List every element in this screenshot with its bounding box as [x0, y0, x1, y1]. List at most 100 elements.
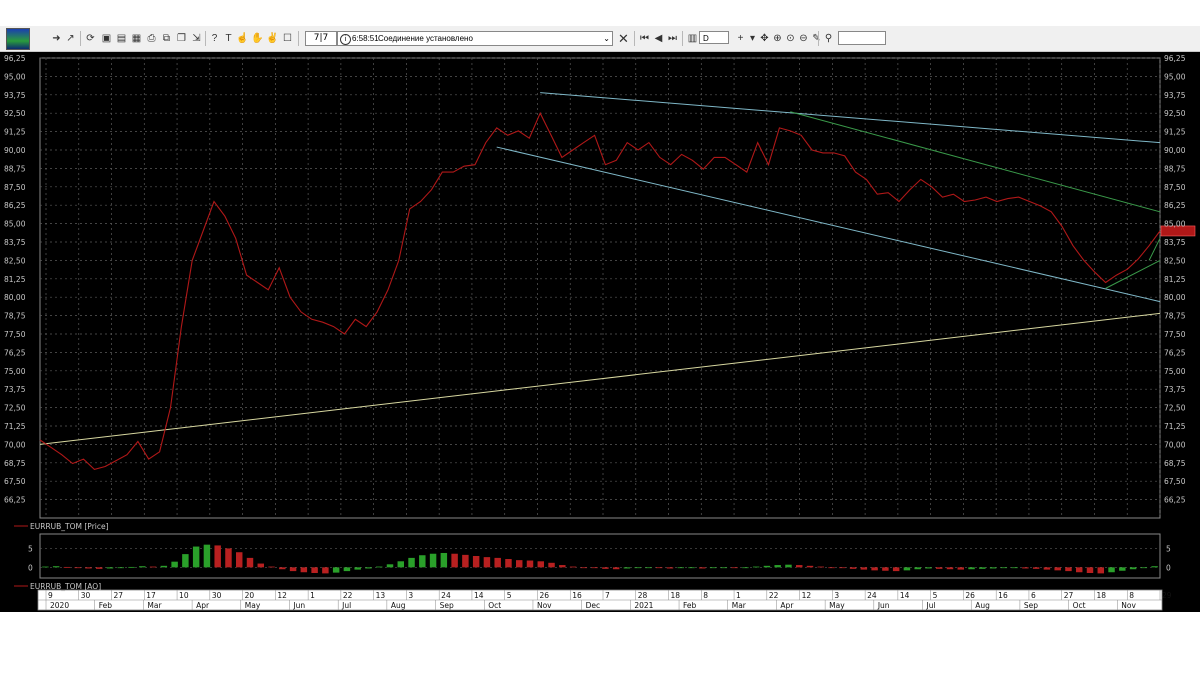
month-label: Jul	[341, 601, 351, 610]
ao-bar	[785, 564, 792, 568]
zoom-in-icon[interactable]: ⊙	[784, 32, 797, 45]
ao-bar	[225, 548, 232, 568]
ao-bar	[936, 567, 943, 569]
ao-bar	[957, 567, 964, 570]
drag-icon[interactable]: ✌	[266, 32, 279, 45]
export-icon[interactable]: ⇲	[190, 32, 203, 45]
pan-icon[interactable]: ✋	[251, 32, 264, 45]
ytick-label-right: 66,25	[1164, 496, 1186, 505]
day-tick-label: 29	[1162, 591, 1172, 600]
ao-bar	[656, 567, 663, 569]
ao-bar	[882, 567, 889, 571]
ytick-label-left: 71,25	[4, 422, 26, 431]
price-axis: 66,25 66,25 67,50 67,50 68,75 68,75 70,00 70,00…	[4, 54, 1186, 505]
time-axis: 9 30 27 17 10 30 20 12 1 22 13 3 24 14 5 26 16 7 28 18 8 1 22 1…	[37, 589, 1172, 611]
ao-bar	[548, 562, 555, 568]
ytick-label-left: 91,25	[4, 128, 26, 137]
window-icon[interactable]: ▣	[100, 32, 113, 45]
ao-bar	[989, 567, 997, 569]
period-select[interactable]: D	[699, 31, 729, 44]
trend-line-green-top	[790, 111, 1161, 213]
ao-bar	[666, 567, 674, 569]
ao-bar	[559, 565, 566, 568]
first-icon[interactable]: ⏮	[638, 32, 651, 45]
ytick-label-left: 68,75	[4, 459, 26, 468]
cursor-icon[interactable]: ↗	[64, 32, 77, 45]
ytick-label-left: 67,50	[4, 477, 26, 486]
month-label: Oct	[488, 601, 501, 610]
select-icon[interactable]: ☐	[281, 32, 294, 45]
hand-icon[interactable]: ☝	[236, 32, 249, 45]
day-tick-label: 18	[671, 591, 681, 600]
ytick-label-right: 68,75	[1164, 459, 1186, 468]
month-label: Apr	[196, 601, 210, 610]
ao-bar	[720, 567, 728, 569]
arrow-icon[interactable]: ➜	[50, 32, 63, 45]
ao-bar	[526, 560, 534, 568]
day-tick-label: 17	[146, 591, 156, 600]
ao-bar	[149, 566, 157, 568]
ao-bar	[322, 567, 329, 574]
ao-bar	[849, 567, 857, 569]
zoom-out-icon[interactable]: ⊖	[797, 32, 810, 45]
ao-bar	[914, 567, 921, 570]
ao-bar	[1065, 567, 1072, 572]
day-tick-label: 8	[1129, 591, 1134, 600]
ao-bar	[354, 567, 361, 570]
print-icon[interactable]: ⎙	[145, 32, 158, 45]
ytick-label-left: 66,25	[4, 496, 26, 505]
connection-status-select[interactable]: i 6:58:51 Соединение установлено ⌄	[337, 31, 613, 46]
month-label: Sep	[440, 601, 454, 610]
ytick-label-left: 85,00	[4, 220, 26, 229]
grid-icon[interactable]: ▦	[130, 32, 143, 45]
chevron-down-icon: ⌄	[603, 34, 610, 43]
ao-tick-right: 0	[1166, 563, 1171, 572]
ao-bar	[214, 545, 221, 568]
ao-bar	[52, 566, 60, 568]
day-tick-label: 7	[605, 591, 610, 600]
trend-line-support	[39, 312, 1161, 445]
ytick-label-left: 70,00	[4, 440, 26, 449]
month-label: Aug	[975, 601, 990, 610]
price-series	[39, 111, 1196, 471]
day-tick-label: 16	[572, 591, 582, 600]
close-icon[interactable]: ✕	[617, 32, 630, 45]
move-icon[interactable]: ✥	[758, 32, 771, 45]
day-tick-label: 13	[376, 591, 386, 600]
table-icon[interactable]: ▤	[115, 32, 128, 45]
ytick-label-right: 91,25	[1164, 128, 1186, 137]
month-label: Feb	[99, 601, 113, 610]
day-tick-label: 8	[703, 591, 708, 600]
ao-bar	[742, 567, 749, 569]
ytick-label-left: 93,75	[4, 91, 26, 100]
ao-bar	[289, 567, 297, 572]
refresh-icon[interactable]: ⟳	[84, 32, 97, 45]
day-tick-label: 1	[736, 591, 741, 600]
paste-icon[interactable]: ❐	[175, 32, 188, 45]
ao-bar	[903, 567, 911, 571]
day-tick-label: 26	[965, 591, 975, 600]
ao-bar	[839, 567, 846, 569]
ao-bar	[774, 565, 781, 568]
counter-field[interactable]: 7|7	[305, 31, 337, 46]
copy-icon[interactable]: ⧉	[160, 32, 173, 45]
ytick-label-right: 96,25	[1164, 54, 1186, 63]
ao-bar	[602, 567, 609, 569]
ao-bar	[182, 554, 189, 568]
last-icon[interactable]: ⏭	[666, 32, 679, 45]
text-icon[interactable]: T	[222, 32, 235, 45]
ao-bar	[591, 567, 598, 569]
help-icon[interactable]: ?	[208, 32, 221, 45]
ao-bar	[505, 559, 512, 568]
ao-bar	[236, 552, 243, 568]
search-input[interactable]	[838, 31, 886, 45]
bar-chart-icon[interactable]: ▥	[686, 32, 699, 45]
ytick-label-right: 87,50	[1164, 183, 1186, 192]
prev-icon[interactable]: ◀	[652, 32, 665, 45]
ao-legend: EURRUB_TOM [AO]	[30, 582, 101, 591]
search-icon[interactable]: ⚲	[822, 32, 835, 45]
day-tick-label: 5	[933, 591, 938, 600]
ytick-label-right: 71,25	[1164, 422, 1186, 431]
ao-bar	[279, 567, 286, 570]
crosshair-icon[interactable]: ⊕	[771, 32, 784, 45]
